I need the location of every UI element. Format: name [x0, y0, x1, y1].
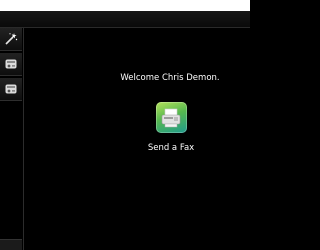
magic-wand-icon [4, 32, 18, 46]
sidebar-bottom-tab[interactable] [0, 239, 22, 250]
sidebar-button-scan-1[interactable] [0, 53, 22, 76]
top-strip [0, 0, 250, 11]
fax-machine-icon [155, 102, 187, 133]
welcome-message: Welcome Chris Demon. [120, 73, 220, 83]
title-bar [0, 11, 250, 28]
send-fax-tile[interactable] [155, 102, 187, 134]
sidebar-button-magic[interactable] [0, 28, 22, 51]
screen: Welcome Chris Demon. Send a Fax [0, 0, 250, 250]
scan-device-icon [4, 82, 18, 96]
sidebar [0, 28, 24, 250]
scan-device-icon [4, 57, 18, 71]
send-fax-label[interactable]: Send a Fax [130, 143, 212, 153]
sidebar-button-scan-2[interactable] [0, 78, 22, 101]
